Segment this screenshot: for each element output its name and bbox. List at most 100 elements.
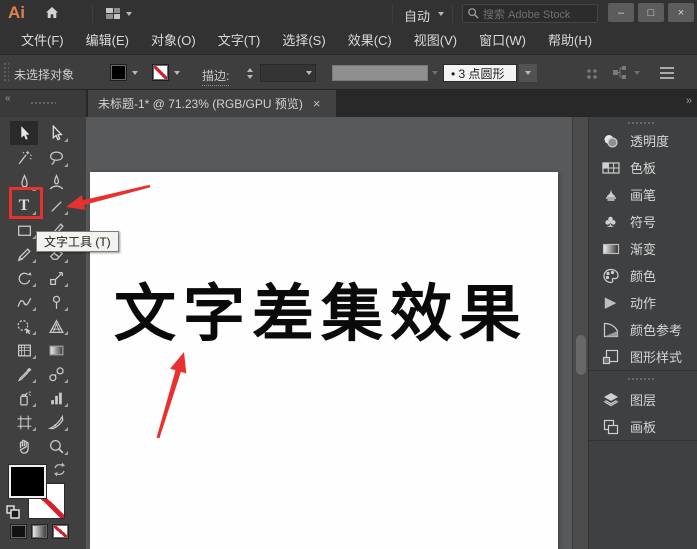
chevron-down-icon[interactable]	[132, 71, 138, 78]
panel-grip[interactable]	[627, 377, 655, 382]
default-fill-stroke-icon[interactable]	[6, 505, 20, 524]
menubar: 文件(F) 编辑(E) 对象(O) 文字(T) 选择(S) 效果(C) 视图(V…	[0, 28, 697, 54]
slice-tool[interactable]	[42, 410, 70, 434]
selection-tool[interactable]	[10, 121, 38, 145]
swap-fill-stroke-icon[interactable]	[52, 462, 67, 482]
line-segment-tool[interactable]	[42, 194, 70, 218]
panel-button-symbols[interactable]: ♣ 符号	[589, 208, 697, 235]
stroke-weight-label[interactable]: 描边:	[202, 67, 229, 86]
maximize-button[interactable]: □	[638, 3, 664, 22]
search-placeholder: 搜索 Adobe Stock	[483, 6, 570, 22]
fill-indicator[interactable]	[9, 465, 46, 498]
stroke-color-swatch[interactable]	[152, 64, 169, 81]
panel-button-color-guide[interactable]: 颜色参考	[589, 316, 697, 343]
panel-menu-icon[interactable]	[660, 67, 674, 69]
shape-builder-tool[interactable]	[10, 314, 38, 338]
collapse-tools-icon[interactable]: «	[5, 93, 10, 104]
panel-button-color[interactable]: 颜色	[589, 262, 697, 289]
panel-grip[interactable]	[627, 121, 655, 126]
menu-object[interactable]: 对象(O)	[140, 28, 207, 54]
dock-divider	[589, 440, 697, 456]
vertical-scrollbar[interactable]	[572, 117, 588, 549]
stroke-weight-stepper[interactable]	[243, 63, 256, 83]
stroke-weight-combo[interactable]	[260, 64, 316, 82]
eraser-tool[interactable]	[42, 242, 70, 266]
menu-type[interactable]: 文字(T)	[207, 28, 272, 54]
artboards-icon	[601, 418, 620, 436]
panel-button-gradient[interactable]: 渐变	[589, 235, 697, 262]
column-graph-tool[interactable]	[42, 386, 70, 410]
perspective-grid-tool[interactable]	[42, 314, 70, 338]
expand-panels-icon[interactable]: »	[686, 95, 691, 107]
home-icon[interactable]	[44, 5, 60, 26]
artboard-tool[interactable]	[10, 410, 38, 434]
graphic-styles-icon	[601, 348, 620, 366]
workspace: T 文字差集效果	[0, 117, 697, 549]
blend-tool[interactable]	[42, 362, 70, 386]
step-up-icon[interactable]	[247, 65, 253, 72]
artboard[interactable]: 文字差集效果	[90, 172, 558, 549]
menu-select[interactable]: 选择(S)	[271, 28, 336, 54]
type-tool[interactable]: T	[10, 194, 38, 218]
none-button[interactable]	[52, 524, 69, 539]
auto-mode-dropdown[interactable]: 自动	[404, 6, 430, 25]
color-button[interactable]	[10, 524, 27, 539]
panel-grip[interactable]	[3, 62, 9, 83]
minimize-button[interactable]: –	[608, 3, 634, 22]
panel-button-brushes[interactable]: 画笔	[589, 181, 697, 208]
actions-icon: ▶	[601, 294, 620, 312]
direct-selection-tool[interactable]	[42, 121, 70, 145]
close-tab-icon[interactable]: ×	[313, 96, 321, 111]
menu-effect[interactable]: 效果(C)	[337, 28, 403, 54]
shaper-tool[interactable]	[10, 242, 38, 266]
scale-tool[interactable]	[42, 266, 70, 290]
panel-button-graphic-styles[interactable]: 图形样式	[589, 343, 697, 370]
menu-help[interactable]: 帮助(H)	[537, 28, 603, 54]
eyedropper-tool[interactable]	[10, 362, 38, 386]
canvas-area[interactable]: 文字差集效果	[86, 117, 588, 549]
paintbrush-tool[interactable]	[42, 218, 70, 242]
document-setup-icon	[612, 65, 629, 85]
brush-dropdown-button[interactable]	[519, 64, 537, 82]
panel-button-layers[interactable]: 图层	[589, 386, 697, 413]
mesh-tool[interactable]	[10, 338, 38, 362]
document-tab[interactable]: 未标题-1* @ 71.23% (RGB/GPU 预览) ×	[88, 90, 336, 117]
width-tool[interactable]	[10, 290, 38, 314]
swatches-icon	[601, 159, 620, 177]
rectangle-tool[interactable]	[10, 218, 38, 242]
stock-search-input[interactable]: 搜索 Adobe Stock	[462, 4, 598, 23]
gradient-tool[interactable]	[42, 338, 70, 362]
menu-window[interactable]: 窗口(W)	[468, 28, 537, 54]
arrange-documents-icon[interactable]	[106, 7, 122, 25]
chevron-down-icon[interactable]	[438, 12, 444, 19]
menu-file[interactable]: 文件(F)	[10, 28, 75, 54]
panel-button-swatches[interactable]: 色板	[589, 154, 697, 181]
step-down-icon[interactable]	[247, 75, 253, 82]
menu-edit[interactable]: 编辑(E)	[75, 28, 140, 54]
fill-color-swatch[interactable]	[110, 64, 127, 81]
panel-button-transparency[interactable]: 透明度	[589, 127, 697, 154]
curvature-tool[interactable]	[42, 170, 70, 194]
magic-wand-tool[interactable]	[10, 146, 38, 170]
brush-definition-combo[interactable]: • 3 点圆形	[443, 64, 517, 82]
panel-grip[interactable]	[30, 101, 56, 106]
gradient-button[interactable]	[31, 524, 48, 539]
artboard-text[interactable]: 文字差集效果	[114, 263, 528, 353]
panel-button-artboards[interactable]: 画板	[589, 413, 697, 440]
window-controls: – □ ×	[608, 3, 694, 22]
rotate-tool[interactable]	[10, 266, 38, 290]
hand-tool[interactable]	[10, 434, 38, 458]
lasso-tool[interactable]	[42, 146, 70, 170]
pen-tool[interactable]	[10, 170, 38, 194]
panel-button-actions[interactable]: ▶ 动作	[589, 289, 697, 316]
illustrator-logo-icon: Ai	[8, 3, 25, 23]
selection-status: 未选择对象	[14, 66, 74, 83]
chevron-down-icon[interactable]	[126, 12, 132, 19]
zoom-tool[interactable]	[42, 434, 70, 458]
chevron-down-icon[interactable]	[174, 71, 180, 78]
puppet-warp-tool[interactable]	[42, 290, 70, 314]
close-button[interactable]: ×	[668, 3, 694, 22]
scrollbar-thumb[interactable]	[576, 335, 586, 375]
menu-view[interactable]: 视图(V)	[403, 28, 468, 54]
symbol-sprayer-tool[interactable]	[10, 386, 38, 410]
